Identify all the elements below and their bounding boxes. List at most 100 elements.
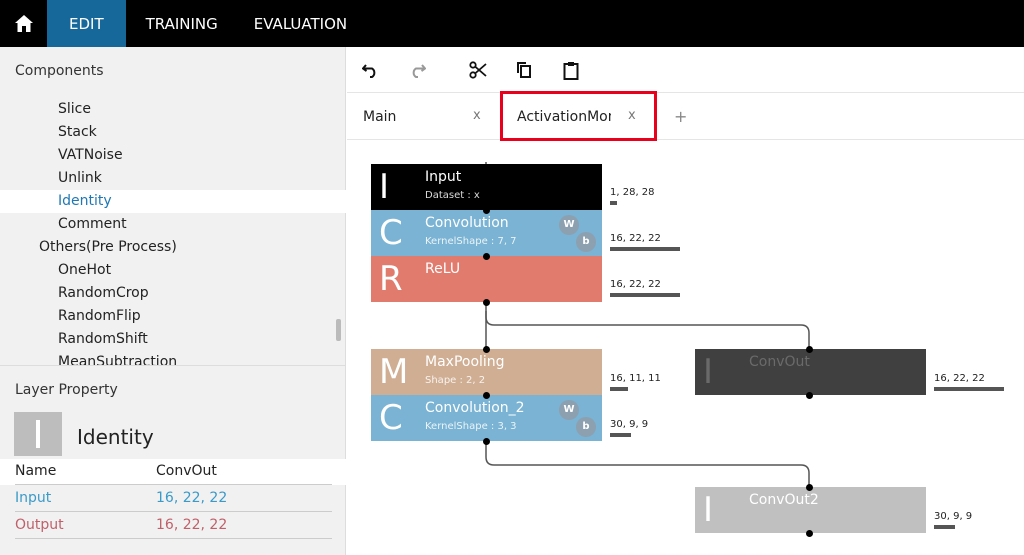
output-size-bar [934, 387, 1004, 391]
node-letter: R [379, 259, 403, 299]
component-item[interactable]: Slice [0, 98, 346, 121]
node-name: ConvOut2 [749, 492, 819, 508]
copy-button[interactable] [511, 57, 537, 83]
home-icon [14, 15, 33, 32]
paste-icon [563, 61, 579, 80]
connector-dot[interactable] [806, 346, 813, 353]
component-item[interactable]: OneHot [0, 259, 346, 282]
bias-param-badge[interactable]: b [576, 232, 596, 252]
tab-evaluation[interactable]: EVALUATION [236, 0, 365, 47]
output-size-bar [610, 201, 617, 205]
copy-icon [517, 62, 531, 78]
component-item[interactable]: Stack [0, 121, 346, 144]
component-item[interactable]: RandomShift [0, 328, 346, 351]
node-letter: I [703, 352, 714, 392]
node-name: ReLU [425, 261, 461, 277]
property-key: Output [15, 517, 64, 533]
layer-type-icon [14, 412, 62, 456]
node-name: Convolution_2 [425, 400, 525, 416]
components-title: Components [15, 63, 104, 79]
property-value: 16, 22, 22 [156, 517, 228, 533]
property-row-output: Output 16, 22, 22 [0, 513, 346, 539]
home-button[interactable] [0, 0, 47, 47]
output-shape-label: 16, 11, 11 [610, 373, 661, 384]
connector-dot[interactable] [806, 530, 813, 537]
component-item[interactable]: Identity [0, 190, 346, 213]
connector-dot[interactable] [806, 392, 813, 399]
node-relu[interactable]: R ReLU [371, 256, 602, 302]
output-size-bar [610, 247, 680, 251]
component-item[interactable]: VATNoise [0, 144, 346, 167]
cut-icon [469, 61, 487, 79]
node-convout2[interactable]: I ConvOut2 [695, 487, 926, 533]
tab-edit[interactable]: EDIT [47, 0, 126, 47]
connection-relu-convout [485, 311, 810, 348]
undo-icon [362, 64, 376, 78]
output-size-bar [610, 387, 628, 391]
tab-training[interactable]: TRAINING [128, 0, 236, 47]
weight-param-badge[interactable]: W [559, 400, 579, 420]
connector-dot[interactable] [483, 207, 490, 214]
add-tab-button[interactable]: + [674, 107, 687, 126]
node-detail: KernelShape : 3, 3 [425, 421, 517, 432]
connector-dot[interactable] [483, 438, 490, 445]
layer-type-name: Identity [77, 425, 154, 449]
redo-icon [412, 64, 426, 78]
property-row-name[interactable]: Name ConvOut [0, 459, 346, 485]
cut-button[interactable] [465, 57, 491, 83]
property-value[interactable]: ConvOut [156, 463, 217, 479]
output-shape-label: 16, 22, 22 [934, 373, 985, 384]
property-row-input: Input 16, 22, 22 [0, 486, 346, 512]
tab-label: Main [363, 109, 397, 125]
output-size-bar [934, 525, 955, 529]
node-letter: M [379, 352, 409, 392]
node-letter: I [703, 490, 714, 530]
component-item[interactable]: Unlink [0, 167, 346, 190]
left-panel: Components Slice Stack VATNoise Unlink Ident… [0, 47, 346, 555]
close-tab-icon[interactable]: x [473, 108, 481, 123]
property-key: Input [15, 490, 52, 506]
connector-dot[interactable] [483, 346, 490, 353]
component-item[interactable]: Comment [0, 213, 346, 236]
node-convolution[interactable]: C Convolution KernelShape : 7, 7 W b [371, 210, 602, 256]
node-letter: I [379, 167, 390, 207]
connector-dot[interactable] [483, 253, 490, 260]
connection-conv2-convout2 [485, 441, 810, 487]
components-list[interactable]: Slice Stack VATNoise Unlink Identity Comment O… [0, 87, 346, 367]
property-value: 16, 22, 22 [156, 490, 228, 506]
node-maxpooling[interactable]: M MaxPooling Shape : 2, 2 [371, 349, 602, 395]
output-size-bar [610, 433, 631, 437]
panel-divider [0, 365, 346, 366]
output-size-bar [610, 293, 680, 297]
active-tab-highlight [500, 91, 657, 141]
undo-button[interactable] [358, 57, 384, 83]
component-item[interactable]: Others(Pre Process) [0, 236, 346, 259]
top-nav-bar: EDIT TRAINING EVALUATION [0, 0, 1024, 47]
redo-button[interactable] [404, 57, 430, 83]
output-shape-label: 16, 22, 22 [610, 233, 661, 244]
node-name: ConvOut [749, 354, 810, 370]
weight-param-badge[interactable]: W [559, 215, 579, 235]
row-divider [15, 538, 332, 539]
component-item[interactable]: RandomCrop [0, 282, 346, 305]
network-canvas[interactable]: I Input Dataset : x C Convolution Kernel… [347, 141, 1024, 555]
output-shape-label: 16, 22, 22 [610, 279, 661, 290]
bias-param-badge[interactable]: b [576, 417, 596, 437]
component-item[interactable]: RandomFlip [0, 305, 346, 328]
node-convout[interactable]: I ConvOut [695, 349, 926, 395]
connector-dot[interactable] [483, 392, 490, 399]
layer-property-title: Layer Property [15, 382, 118, 398]
property-key: Name [15, 463, 57, 479]
node-input[interactable]: I Input Dataset : x [371, 164, 602, 210]
output-shape-label: 30, 9, 9 [934, 511, 973, 522]
node-name: MaxPooling [425, 354, 505, 370]
connector-dot[interactable] [483, 299, 490, 306]
tab-main[interactable]: Main x [347, 94, 497, 140]
node-letter: C [379, 213, 403, 253]
components-scrollbar[interactable] [336, 319, 341, 341]
connector-dot[interactable] [806, 484, 813, 491]
paste-button[interactable] [558, 57, 584, 83]
node-detail: KernelShape : 7, 7 [425, 236, 517, 247]
node-convolution-2[interactable]: C Convolution_2 KernelShape : 3, 3 W b [371, 395, 602, 441]
node-detail: Shape : 2, 2 [425, 375, 486, 386]
